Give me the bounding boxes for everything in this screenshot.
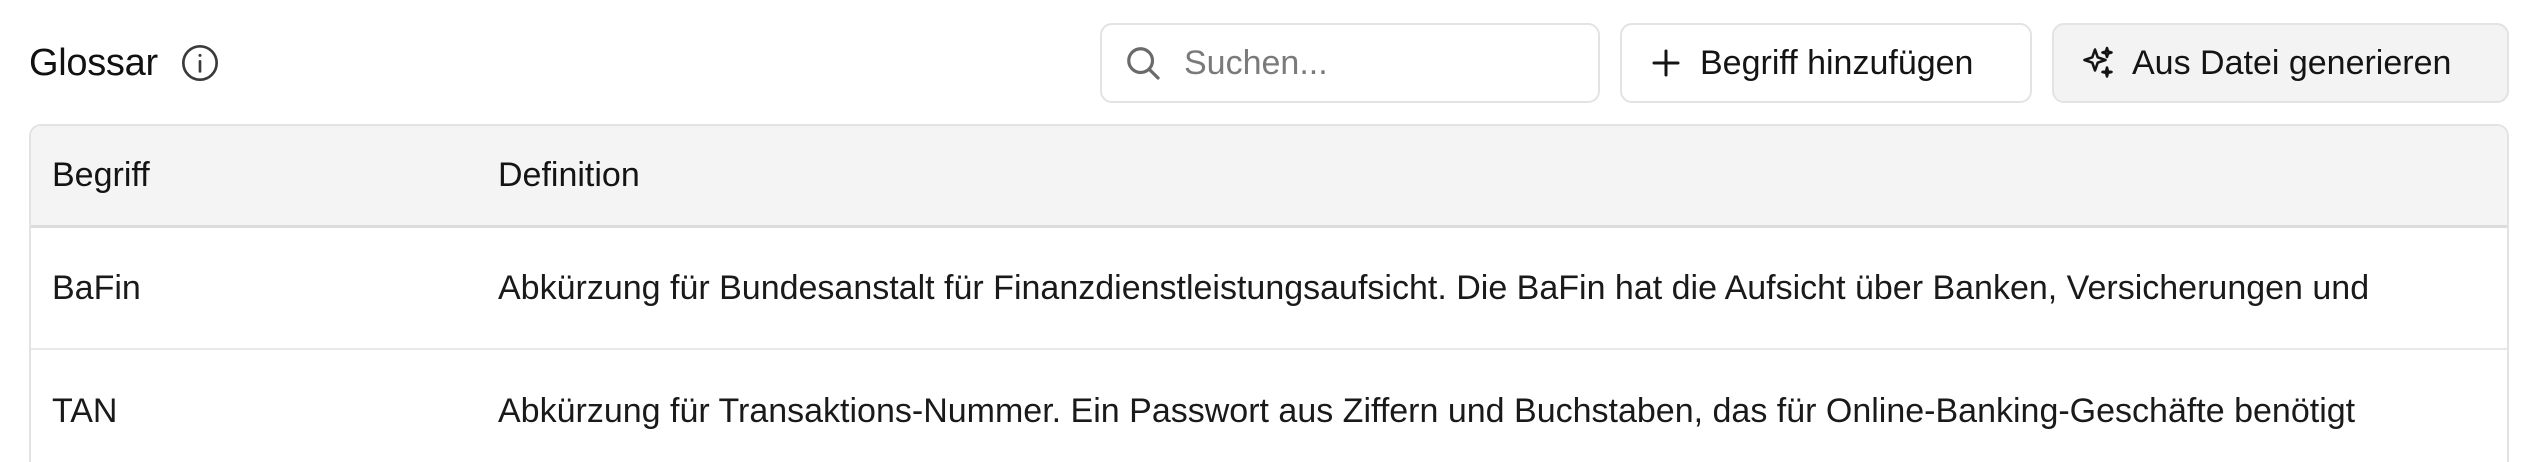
table-row[interactable]: TAN Abkürzung für Transaktions-Nummer. E…	[31, 350, 2507, 462]
table-header: Begriff Definition	[31, 126, 2507, 228]
search-box[interactable]	[1100, 23, 1600, 103]
definition-cell: Abkürzung für Transaktions-Nummer. Ein P…	[498, 391, 2356, 430]
glossary-table: Begriff Definition BaFin Abkürzung für B…	[29, 124, 2509, 462]
add-term-label: Begriff hinzufügen	[1700, 43, 1974, 82]
column-header-term[interactable]: Begriff	[31, 156, 498, 195]
page-title: Glossar	[29, 41, 158, 84]
generate-from-file-label: Aus Datei generieren	[2132, 43, 2452, 82]
term-cell: BaFin	[52, 268, 141, 307]
search-icon	[1127, 47, 1160, 80]
sparkles-icon	[2083, 46, 2113, 78]
generate-from-file-button[interactable]: Aus Datei generieren	[2052, 23, 2509, 103]
info-icon[interactable]	[180, 43, 220, 83]
add-term-button[interactable]: Begriff hinzufügen	[1620, 23, 2032, 103]
table-row[interactable]: BaFin Abkürzung für Bundesanstalt für Fi…	[31, 228, 2507, 350]
page-header: Glossar Suchen... Begriff hinzufügen Aus…	[29, 22, 2509, 104]
column-header-definition[interactable]: Definition	[498, 156, 2507, 195]
term-cell: TAN	[52, 391, 118, 430]
glossary-page: Glossar Suchen... Begriff hinzufügen Aus…	[0, 0, 2538, 462]
title-group: Glossar	[29, 42, 220, 85]
definition-cell: Abkürzung für Bundesanstalt für Finanzdi…	[498, 268, 2370, 307]
header-actions: Begriff hinzufügen Aus Datei generieren	[1100, 23, 2509, 103]
plus-icon	[1652, 49, 1680, 77]
search-input[interactable]	[1184, 43, 1576, 83]
